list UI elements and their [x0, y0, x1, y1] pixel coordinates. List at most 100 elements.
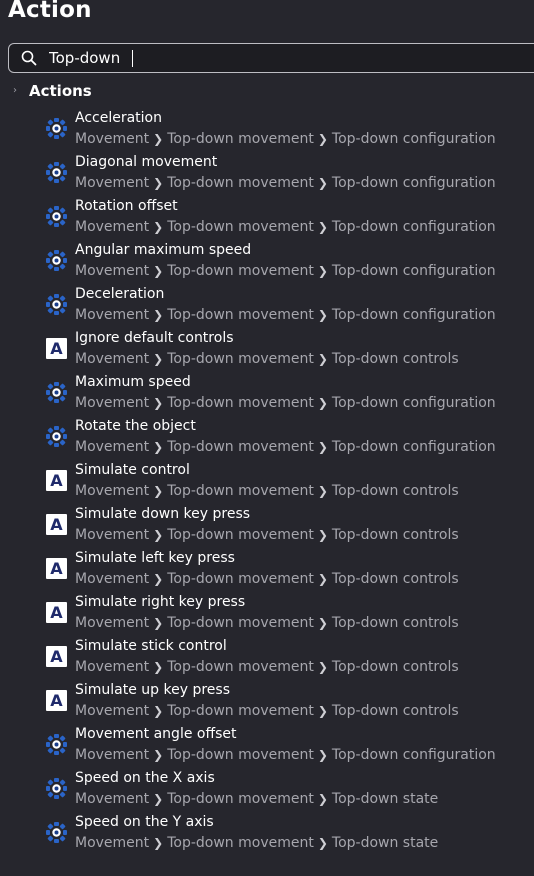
breadcrumb-chevron-icon: ❯ — [153, 308, 164, 322]
item-name: Rotation offset — [75, 198, 178, 214]
breadcrumb-chevron-icon: ❯ — [153, 176, 164, 190]
list-item[interactable]: A Ignore default controls Movement ❯ Top-dow… — [0, 328, 534, 372]
path-segment: Movement — [75, 395, 150, 411]
breadcrumb-chevron-icon: ❯ — [317, 528, 328, 542]
item-name: Simulate right key press — [75, 594, 246, 610]
breadcrumb-chevron-icon: ❯ — [153, 484, 164, 498]
breadcrumb-chevron-icon: ❯ — [153, 748, 164, 762]
list-item[interactable]: A Simulate stick control Movement ❯ Top-down… — [0, 636, 534, 680]
path-segment: Top-down movement — [167, 791, 314, 807]
path-segment: Top-down movement — [167, 659, 314, 675]
search-icon — [21, 50, 37, 66]
path-segment: Top-down movement — [167, 747, 314, 763]
list-item[interactable]: A Simulate control Movement ❯ Top-down movem… — [0, 460, 534, 504]
breadcrumb-chevron-icon: ❯ — [153, 440, 164, 454]
item-path: Movement ❯ Top-down movement ❯ Top-down cont… — [75, 526, 459, 544]
path-segment: Top-down movement — [167, 131, 314, 147]
breadcrumb-chevron-icon: ❯ — [317, 264, 328, 278]
path-segment: Top-down movement — [167, 835, 314, 851]
path-segment: Top-down movement — [167, 351, 314, 367]
path-segment: Top-down movement — [167, 527, 314, 543]
breadcrumb-chevron-icon: ❯ — [153, 572, 164, 586]
list-item[interactable]: Movement angle offset Movement ❯ Top-down m… — [0, 724, 534, 768]
breadcrumb-chevron-icon: ❯ — [317, 484, 328, 498]
movement-gear-icon — [46, 206, 67, 227]
item-path: Movement ❯ Top-down movement ❯ Top-down cont… — [75, 350, 459, 368]
item-path: Movement ❯ Top-down movement ❯ Top-down cont… — [75, 702, 459, 720]
item-path: Movement ❯ Top-down movement ❯ Top-down cont… — [75, 658, 459, 676]
letter-a-icon: A — [46, 514, 67, 535]
item-path: Movement ❯ Top-down movement ❯ Top-down conf… — [75, 746, 496, 764]
breadcrumb-chevron-icon: ❯ — [317, 836, 328, 850]
list-item[interactable]: Speed on the Y axis Movement ❯ Top-down mov… — [0, 812, 534, 856]
path-segment: Movement — [75, 219, 150, 235]
movement-gear-icon — [46, 118, 67, 139]
letter-a-icon: A — [46, 338, 67, 359]
path-segment: Movement — [75, 747, 150, 763]
breadcrumb-chevron-icon: ❯ — [317, 572, 328, 586]
item-name: Acceleration — [75, 110, 162, 126]
breadcrumb-chevron-icon: ❯ — [153, 836, 164, 850]
item-name: Angular maximum speed — [75, 242, 252, 258]
breadcrumb-chevron-icon: ❯ — [153, 660, 164, 674]
path-segment: Movement — [75, 483, 150, 499]
path-segment: Top-down movement — [167, 439, 314, 455]
path-segment: Top-down configuration — [331, 263, 496, 279]
path-segment: Top-down controls — [331, 615, 459, 631]
breadcrumb-chevron-icon: ❯ — [317, 748, 328, 762]
path-segment: Movement — [75, 615, 150, 631]
path-segment: Movement — [75, 131, 150, 147]
item-name: Speed on the X axis — [75, 770, 215, 786]
item-path: Movement ❯ Top-down movement ❯ Top-down stat… — [75, 790, 438, 808]
list-item[interactable]: A Simulate left key press Movement ❯ Top-dow… — [0, 548, 534, 592]
movement-gear-icon — [46, 250, 67, 271]
path-segment: Top-down configuration — [331, 219, 496, 235]
chevron-right-icon: › — [13, 85, 17, 96]
list-item[interactable]: Diagonal movement Movement ❯ Top-down movem… — [0, 152, 534, 196]
list-item[interactable]: Angular maximum speed Movement ❯ Top-down m… — [0, 240, 534, 284]
path-segment: Top-down movement — [167, 175, 314, 191]
actions-group-header[interactable]: › Actions — [13, 81, 92, 101]
breadcrumb-chevron-icon: ❯ — [153, 352, 164, 366]
letter-a-icon: A — [46, 602, 67, 623]
breadcrumb-chevron-icon: ❯ — [153, 264, 164, 278]
letter-a-icon: A — [46, 470, 67, 491]
breadcrumb-chevron-icon: ❯ — [317, 176, 328, 190]
breadcrumb-chevron-icon: ❯ — [153, 132, 164, 146]
path-segment: Top-down movement — [167, 703, 314, 719]
breadcrumb-chevron-icon: ❯ — [153, 792, 164, 806]
path-segment: Top-down movement — [167, 395, 314, 411]
list-item[interactable]: Maximum speed Movement ❯ Top-down movement ❯… — [0, 372, 534, 416]
search-input[interactable] — [49, 44, 489, 72]
item-name: Simulate down key press — [75, 506, 251, 522]
breadcrumb-chevron-icon: ❯ — [153, 616, 164, 630]
list-item[interactable]: Speed on the X axis Movement ❯ Top-down mov… — [0, 768, 534, 812]
path-segment: Top-down movement — [167, 483, 314, 499]
list-item[interactable]: Rotate the object Movement ❯ Top-down movem… — [0, 416, 534, 460]
path-segment: Movement — [75, 791, 150, 807]
item-path: Movement ❯ Top-down movement ❯ Top-down conf… — [75, 438, 496, 456]
list-item[interactable]: A Simulate down key press Movement ❯ Top-dow… — [0, 504, 534, 548]
list-item[interactable]: Acceleration Movement ❯ Top-down movement ❯ T… — [0, 108, 534, 152]
item-name: Simulate up key press — [75, 682, 231, 698]
list-item[interactable]: A Simulate up key press Movement ❯ Top-down … — [0, 680, 534, 724]
item-path: Movement ❯ Top-down movement ❯ Top-down cont… — [75, 614, 459, 632]
breadcrumb-chevron-icon: ❯ — [317, 792, 328, 806]
list-item[interactable]: Deceleration Movement ❯ Top-down movement ❯ T… — [0, 284, 534, 328]
path-segment: Movement — [75, 571, 150, 587]
path-segment: Movement — [75, 307, 150, 323]
list-item[interactable]: Rotation offset Movement ❯ Top-down movemen… — [0, 196, 534, 240]
group-label: Actions — [29, 82, 92, 100]
movement-gear-icon — [46, 778, 67, 799]
item-name: Deceleration — [75, 286, 165, 302]
list-item[interactable]: A Simulate right key press Movement ❯ Top-do… — [0, 592, 534, 636]
search-field[interactable] — [8, 43, 534, 73]
breadcrumb-chevron-icon: ❯ — [317, 440, 328, 454]
movement-gear-icon — [46, 734, 67, 755]
path-segment: Top-down movement — [167, 219, 314, 235]
movement-gear-icon — [46, 822, 67, 843]
path-segment: Top-down movement — [167, 263, 314, 279]
path-segment: Top-down state — [331, 835, 439, 851]
path-segment: Top-down configuration — [331, 175, 496, 191]
letter-a-icon: A — [46, 558, 67, 579]
